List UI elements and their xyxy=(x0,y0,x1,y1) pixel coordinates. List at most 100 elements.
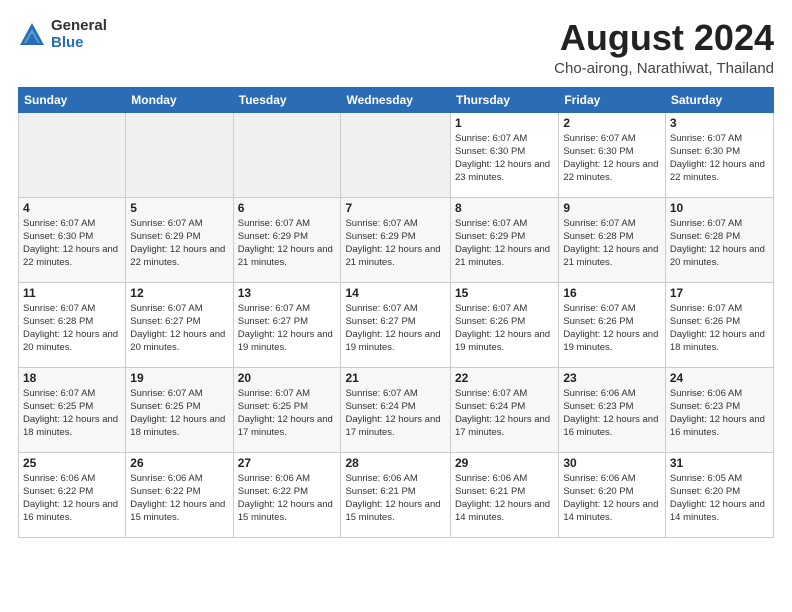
day-detail: Sunrise: 6:07 AM Sunset: 6:24 PM Dayligh… xyxy=(345,387,446,440)
calendar-week-row: 11 Sunrise: 6:07 AM Sunset: 6:28 PM Dayli… xyxy=(19,282,774,367)
day-number: 2 xyxy=(563,116,661,130)
table-row: 24Sunrise: 6:06 AM Sunset: 6:23 PM Dayli… xyxy=(665,367,773,452)
day-detail: Sunrise: 6:06 AM Sunset: 6:22 PM Dayligh… xyxy=(238,472,337,525)
col-monday: Monday xyxy=(126,87,233,112)
day-number: 30 xyxy=(563,456,661,470)
day-number: 19 xyxy=(130,371,228,385)
col-thursday: Thursday xyxy=(451,87,559,112)
day-detail: Sunrise: 6:07 AM Sunset: 6:30 PM Dayligh… xyxy=(23,217,121,270)
day-detail: Sunrise: 6:07 AM Sunset: 6:25 PM Dayligh… xyxy=(130,387,228,440)
table-row: 4 Sunrise: 6:07 AM Sunset: 6:30 PM Daylig… xyxy=(19,197,126,282)
month-title: August 2024 xyxy=(554,18,774,58)
day-detail: Sunrise: 6:06 AM Sunset: 6:22 PM Dayligh… xyxy=(23,472,121,525)
day-detail: Sunrise: 6:06 AM Sunset: 6:21 PM Dayligh… xyxy=(455,472,554,525)
table-row: 14 Sunrise: 6:07 AM Sunset: 6:27 PM Dayli… xyxy=(341,282,451,367)
day-number: 6 xyxy=(238,201,337,215)
day-detail: Sunrise: 6:05 AM Sunset: 6:20 PM Dayligh… xyxy=(670,472,769,525)
day-detail: Sunrise: 6:07 AM Sunset: 6:29 PM Dayligh… xyxy=(455,217,554,270)
day-number: 26 xyxy=(130,456,228,470)
table-row: 26 Sunrise: 6:06 AM Sunset: 6:22 PM Dayli… xyxy=(126,452,233,537)
table-row: 20Sunrise: 6:07 AM Sunset: 6:25 PM Dayli… xyxy=(233,367,341,452)
logo-blue-text: Blue xyxy=(51,35,107,52)
calendar-header-row: Sunday Monday Tuesday Wednesday Thursday… xyxy=(19,87,774,112)
day-number: 23 xyxy=(563,371,661,385)
table-row: 10 Sunrise: 6:07 AM Sunset: 6:28 PM Dayli… xyxy=(665,197,773,282)
table-row: 6 Sunrise: 6:07 AM Sunset: 6:29 PM Daylig… xyxy=(233,197,341,282)
logo: General Blue xyxy=(18,18,107,51)
day-detail: Sunrise: 6:07 AM Sunset: 6:29 PM Dayligh… xyxy=(130,217,228,270)
table-row: 25 Sunrise: 6:06 AM Sunset: 6:22 PM Dayli… xyxy=(19,452,126,537)
day-number: 12 xyxy=(130,286,228,300)
day-detail: Sunrise: 6:06 AM Sunset: 6:23 PM Dayligh… xyxy=(670,387,769,440)
table-row: 30 Sunrise: 6:06 AM Sunset: 6:20 PM Dayli… xyxy=(559,452,666,537)
day-detail: Sunrise: 6:07 AM Sunset: 6:25 PM Dayligh… xyxy=(23,387,121,440)
day-number: 8 xyxy=(455,201,554,215)
day-detail: Sunrise: 6:07 AM Sunset: 6:27 PM Dayligh… xyxy=(130,302,228,355)
table-row: 15 Sunrise: 6:07 AM Sunset: 6:26 PM Dayli… xyxy=(451,282,559,367)
logo-general-text: General xyxy=(51,18,107,35)
day-number: 15 xyxy=(455,286,554,300)
day-number: 3 xyxy=(670,116,769,130)
day-detail: Sunrise: 6:06 AM Sunset: 6:22 PM Dayligh… xyxy=(130,472,228,525)
location-title: Cho-airong, Narathiwat, Thailand xyxy=(554,60,774,77)
col-sunday: Sunday xyxy=(19,87,126,112)
day-number: 22 xyxy=(455,371,554,385)
day-detail: Sunrise: 6:07 AM Sunset: 6:28 PM Dayligh… xyxy=(23,302,121,355)
calendar-table: Sunday Monday Tuesday Wednesday Thursday… xyxy=(18,87,774,538)
calendar-week-row: 25 Sunrise: 6:06 AM Sunset: 6:22 PM Dayli… xyxy=(19,452,774,537)
day-detail: Sunrise: 6:07 AM Sunset: 6:28 PM Dayligh… xyxy=(563,217,661,270)
table-row: 17Sunrise: 6:07 AM Sunset: 6:26 PM Dayli… xyxy=(665,282,773,367)
page: General Blue August 2024 Cho-airong, Nar… xyxy=(0,0,792,548)
day-number: 10 xyxy=(670,201,769,215)
day-number: 25 xyxy=(23,456,121,470)
col-friday: Friday xyxy=(559,87,666,112)
day-number: 1 xyxy=(455,116,554,130)
header: General Blue August 2024 Cho-airong, Nar… xyxy=(18,18,774,77)
day-number: 4 xyxy=(23,201,121,215)
table-row xyxy=(341,112,451,197)
day-detail: Sunrise: 6:06 AM Sunset: 6:20 PM Dayligh… xyxy=(563,472,661,525)
table-row: 27 Sunrise: 6:06 AM Sunset: 6:22 PM Dayli… xyxy=(233,452,341,537)
day-detail: Sunrise: 6:07 AM Sunset: 6:28 PM Dayligh… xyxy=(670,217,769,270)
table-row: 7 Sunrise: 6:07 AM Sunset: 6:29 PM Daylig… xyxy=(341,197,451,282)
day-detail: Sunrise: 6:07 AM Sunset: 6:27 PM Dayligh… xyxy=(345,302,446,355)
day-detail: Sunrise: 6:07 AM Sunset: 6:30 PM Dayligh… xyxy=(563,132,661,185)
col-tuesday: Tuesday xyxy=(233,87,341,112)
day-number: 28 xyxy=(345,456,446,470)
day-number: 14 xyxy=(345,286,446,300)
col-wednesday: Wednesday xyxy=(341,87,451,112)
day-detail: Sunrise: 6:07 AM Sunset: 6:30 PM Dayligh… xyxy=(670,132,769,185)
day-detail: Sunrise: 6:07 AM Sunset: 6:29 PM Dayligh… xyxy=(345,217,446,270)
day-number: 18 xyxy=(23,371,121,385)
table-row: 31 Sunrise: 6:05 AM Sunset: 6:20 PM Dayli… xyxy=(665,452,773,537)
day-number: 11 xyxy=(23,286,121,300)
table-row: 2 Sunrise: 6:07 AM Sunset: 6:30 PM Daylig… xyxy=(559,112,666,197)
day-number: 27 xyxy=(238,456,337,470)
day-number: 31 xyxy=(670,456,769,470)
table-row: 19 Sunrise: 6:07 AM Sunset: 6:25 PM Dayli… xyxy=(126,367,233,452)
table-row: 5 Sunrise: 6:07 AM Sunset: 6:29 PM Daylig… xyxy=(126,197,233,282)
col-saturday: Saturday xyxy=(665,87,773,112)
day-number: 7 xyxy=(345,201,446,215)
day-detail: Sunrise: 6:07 AM Sunset: 6:29 PM Dayligh… xyxy=(238,217,337,270)
table-row: 16Sunrise: 6:07 AM Sunset: 6:26 PM Dayli… xyxy=(559,282,666,367)
table-row: 29Sunrise: 6:06 AM Sunset: 6:21 PM Dayli… xyxy=(451,452,559,537)
day-detail: Sunrise: 6:07 AM Sunset: 6:30 PM Dayligh… xyxy=(455,132,554,185)
day-detail: Sunrise: 6:07 AM Sunset: 6:25 PM Dayligh… xyxy=(238,387,337,440)
day-detail: Sunrise: 6:06 AM Sunset: 6:23 PM Dayligh… xyxy=(563,387,661,440)
table-row: 28 Sunrise: 6:06 AM Sunset: 6:21 PM Dayli… xyxy=(341,452,451,537)
day-number: 16 xyxy=(563,286,661,300)
table-row: 21Sunrise: 6:07 AM Sunset: 6:24 PM Dayli… xyxy=(341,367,451,452)
day-detail: Sunrise: 6:06 AM Sunset: 6:21 PM Dayligh… xyxy=(345,472,446,525)
table-row xyxy=(126,112,233,197)
table-row: 12 Sunrise: 6:07 AM Sunset: 6:27 PM Dayli… xyxy=(126,282,233,367)
day-detail: Sunrise: 6:07 AM Sunset: 6:26 PM Dayligh… xyxy=(455,302,554,355)
table-row: 23 Sunrise: 6:06 AM Sunset: 6:23 PM Dayli… xyxy=(559,367,666,452)
day-detail: Sunrise: 6:07 AM Sunset: 6:27 PM Dayligh… xyxy=(238,302,337,355)
day-detail: Sunrise: 6:07 AM Sunset: 6:26 PM Dayligh… xyxy=(670,302,769,355)
day-number: 5 xyxy=(130,201,228,215)
logo-text: General Blue xyxy=(51,18,107,51)
title-block: August 2024 Cho-airong, Narathiwat, Thai… xyxy=(554,18,774,77)
table-row: 8 Sunrise: 6:07 AM Sunset: 6:29 PM Daylig… xyxy=(451,197,559,282)
day-number: 13 xyxy=(238,286,337,300)
